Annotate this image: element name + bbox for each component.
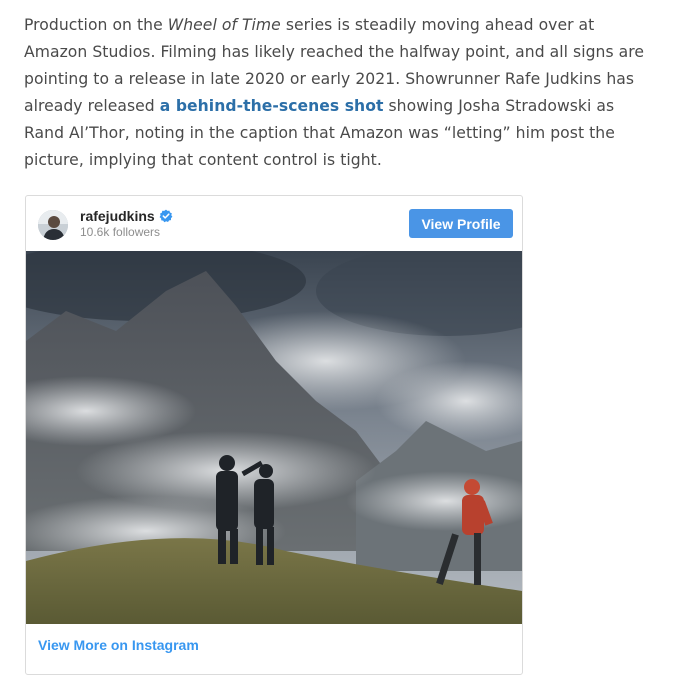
followers-count: 10.6k followers [80, 225, 161, 239]
view-more-on-instagram-link[interactable]: View More on Instagram [38, 637, 199, 653]
avatar-image [38, 210, 68, 240]
username-row: rafejudkins [80, 208, 173, 224]
view-profile-button[interactable]: View Profile [409, 209, 513, 238]
show-title: Wheel of Time [167, 16, 281, 34]
avatar[interactable] [38, 210, 68, 240]
instagram-photo[interactable] [26, 251, 522, 624]
instagram-embed: rafejudkins 10.6k followers View Profile [25, 195, 523, 675]
behind-the-scenes-link[interactable]: a behind-the-scenes shot [160, 97, 384, 115]
article-text-1: Production on the [24, 16, 168, 34]
article-paragraph: Production on the Wheel of Time series i… [24, 12, 656, 174]
verified-badge-icon [159, 209, 173, 223]
embed-header: rafejudkins 10.6k followers View Profile [26, 196, 522, 251]
username[interactable]: rafejudkins [80, 208, 155, 224]
